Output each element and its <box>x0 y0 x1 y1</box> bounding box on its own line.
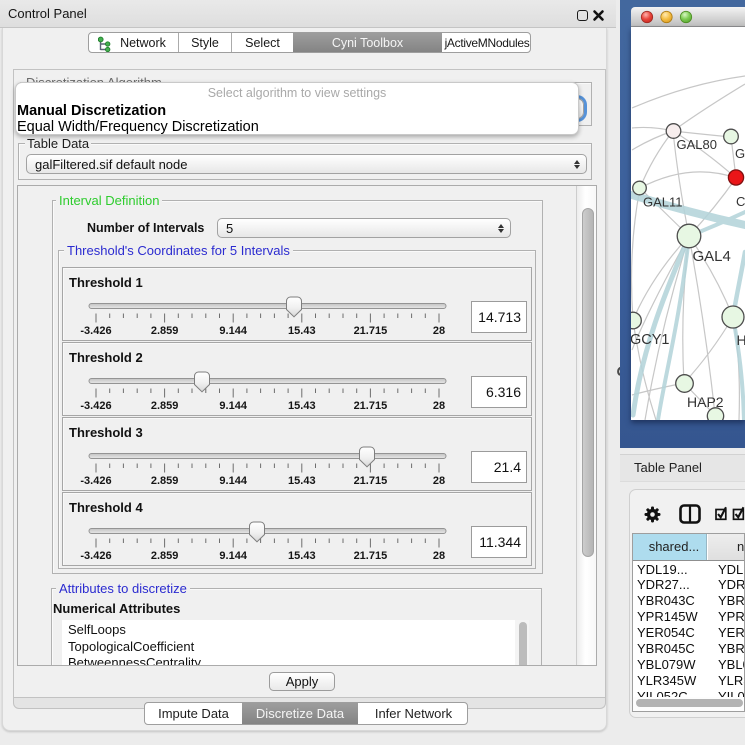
svg-text:28: 28 <box>433 325 445 337</box>
svg-text:15.43: 15.43 <box>288 400 316 412</box>
svg-text:2.859: 2.859 <box>151 475 179 487</box>
svg-text:15.43: 15.43 <box>288 475 316 487</box>
svg-text:28: 28 <box>433 550 445 562</box>
svg-text:-3.426: -3.426 <box>80 475 111 487</box>
svg-text:GCY1: GCY1 <box>631 332 670 348</box>
svg-text:GAL11: GAL11 <box>643 195 683 210</box>
svg-text:9.144: 9.144 <box>219 325 247 337</box>
svg-text:15.43: 15.43 <box>288 325 316 337</box>
svg-text:28: 28 <box>433 400 445 412</box>
svg-text:21.715: 21.715 <box>354 325 388 337</box>
svg-text:28: 28 <box>433 475 445 487</box>
svg-text:GAL80: GAL80 <box>677 137 717 152</box>
svg-text:H: H <box>737 332 745 348</box>
svg-text:15.43: 15.43 <box>288 550 316 562</box>
svg-text:9.144: 9.144 <box>219 550 247 562</box>
svg-text:-3.426: -3.426 <box>80 550 111 562</box>
svg-text:GAL: GAL <box>735 146 745 161</box>
svg-text:21.715: 21.715 <box>354 550 388 562</box>
svg-text:21.715: 21.715 <box>354 400 388 412</box>
svg-text:GAL4: GAL4 <box>693 248 731 265</box>
svg-text:-3.426: -3.426 <box>80 400 111 412</box>
svg-text:21.715: 21.715 <box>354 475 388 487</box>
svg-text:2.859: 2.859 <box>151 325 179 337</box>
svg-text:9.144: 9.144 <box>219 400 247 412</box>
svg-text:CL: CL <box>736 194 745 209</box>
svg-text:HAP2: HAP2 <box>687 394 724 410</box>
svg-text:2.859: 2.859 <box>151 400 179 412</box>
svg-text:2.859: 2.859 <box>151 550 179 562</box>
svg-text:-3.426: -3.426 <box>80 325 111 337</box>
svg-text:9.144: 9.144 <box>219 475 247 487</box>
